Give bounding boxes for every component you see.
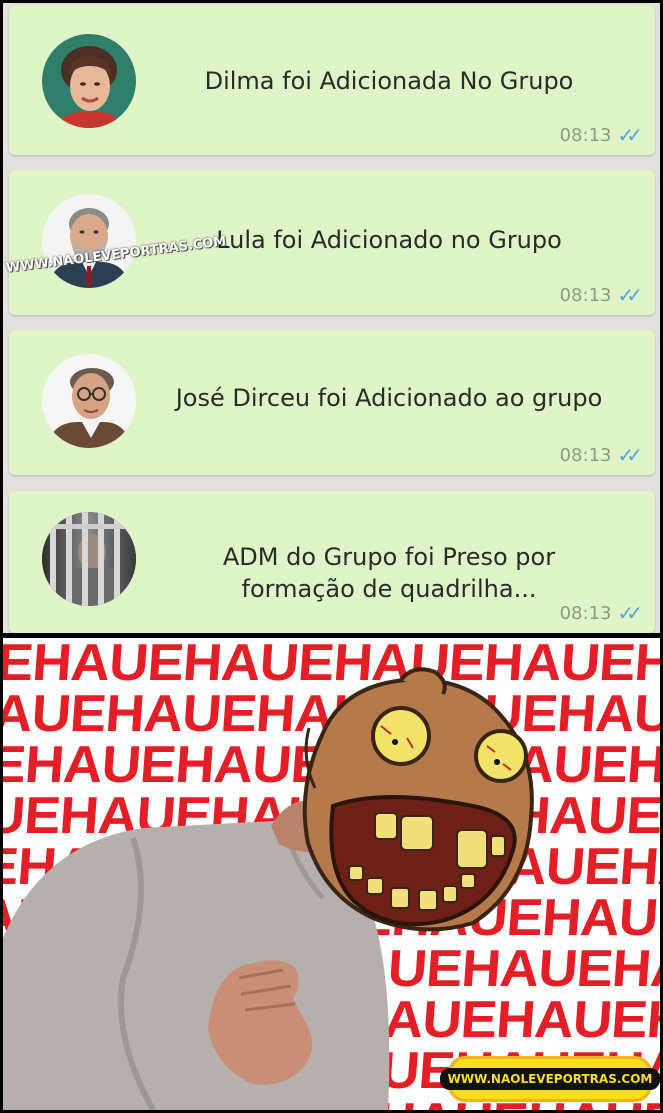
prison-bars-icon xyxy=(42,512,136,606)
message-text: Lula foi Adicionado no Grupo xyxy=(216,226,562,254)
system-message: José Dirceu foi Adicionado ao grupo 08:1… xyxy=(9,330,655,475)
message-time: 08:13 xyxy=(559,284,612,306)
avatar[interactable] xyxy=(42,194,136,288)
message-meta: 08:13 ✓✓ xyxy=(559,123,643,147)
message-time: 08:13 xyxy=(559,444,612,466)
avatar[interactable] xyxy=(42,354,136,448)
laughing-panel: EHAUEHAUEHAUEHAUEHAUEHA AUEHAUEHAUEHAUEH… xyxy=(3,638,660,1110)
system-message: ADM do Grupo foi Preso por formação de q… xyxy=(9,491,655,633)
message-text: ADM do Grupo foi Preso por formação de q… xyxy=(222,543,556,603)
watermark-bottom-text: WWW.NAOLEVEPORTRAS.COM xyxy=(439,1068,660,1090)
message-text: Dilma foi Adicionada No Grupo xyxy=(204,67,574,95)
message-text: José Dirceu foi Adicionado ao grupo xyxy=(175,384,603,412)
avatar[interactable] xyxy=(42,512,136,606)
read-double-check-icon: ✓✓ xyxy=(617,443,642,467)
woman-portrait-icon xyxy=(42,34,136,128)
read-double-check-icon: ✓✓ xyxy=(617,601,642,625)
read-double-check-icon: ✓✓ xyxy=(617,283,642,307)
bearded-man-portrait-icon xyxy=(42,194,136,288)
message-time: 08:13 xyxy=(559,124,612,146)
older-man-portrait-icon xyxy=(42,354,136,448)
message-time: 08:13 xyxy=(559,602,612,624)
watermark-bottom: WWW.NAOLEVEPORTRAS.COM xyxy=(439,1059,660,1099)
read-double-check-icon: ✓✓ xyxy=(617,123,642,147)
message-meta: 08:13 ✓✓ xyxy=(559,601,643,625)
laughing-man-illustration xyxy=(3,667,534,1110)
chat-panel: Dilma foi Adicionada No Grupo 08:13 ✓✓ L… xyxy=(3,3,660,633)
message-meta: 08:13 ✓✓ xyxy=(559,443,643,467)
system-message: Lula foi Adicionado no Grupo 08:13 ✓✓ xyxy=(9,170,655,315)
meme-frame: Dilma foi Adicionada No Grupo 08:13 ✓✓ L… xyxy=(0,0,663,1113)
system-message: Dilma foi Adicionada No Grupo 08:13 ✓✓ xyxy=(9,5,655,155)
avatar[interactable] xyxy=(42,34,136,128)
message-meta: 08:13 ✓✓ xyxy=(559,283,643,307)
